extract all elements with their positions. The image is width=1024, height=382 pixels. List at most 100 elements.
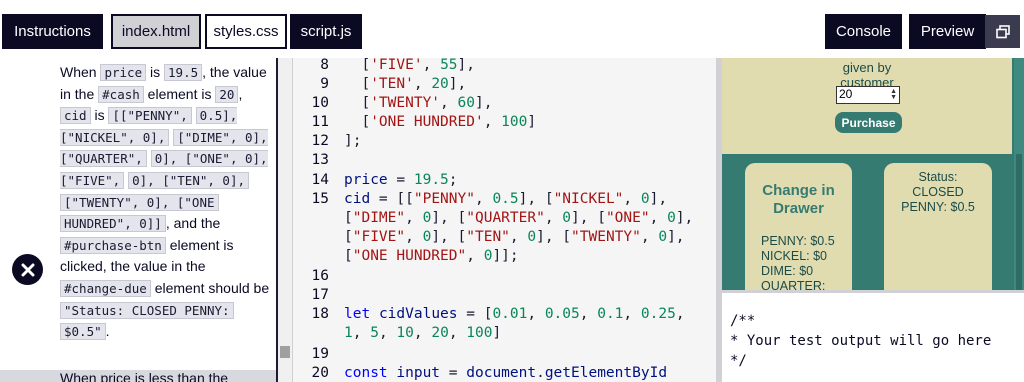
code-token: "ONE HUNDRED" — [352, 248, 467, 264]
code-token: , — [422, 58, 441, 73]
code-line[interactable]: ["DIME", 0], ["QUARTER", 0], ["ONE", 0], — [293, 210, 718, 229]
code-line[interactable]: 17 — [293, 287, 718, 306]
code-editor[interactable]: 8 ['FIVE', 55], 9 ['TEN', 20], 10 ['TWENTY… — [292, 58, 722, 382]
code-line[interactable]: 19 — [293, 346, 718, 365]
code-text: ]; — [344, 133, 361, 149]
code-token: , — [483, 114, 502, 130]
code-line[interactable]: 8 ['FIVE', 55], — [293, 58, 718, 76]
code-line[interactable]: 14 price = 19.5; — [293, 172, 718, 191]
test-text: , and the — [165, 215, 221, 232]
code-token: 19.5 — [413, 172, 449, 188]
code-line[interactable]: 11 ['ONE HUNDRED', 100] — [293, 114, 718, 133]
code-token: ], [ — [431, 210, 467, 226]
drawer-list: PENNY: $0.5 NICKEL: $0 DIME: $0 QUARTER: — [761, 234, 835, 290]
scrollbar-thumb[interactable] — [280, 346, 290, 358]
code-token: , — [405, 229, 423, 245]
code-token: document — [466, 365, 537, 381]
preview-split-button[interactable] — [985, 15, 1020, 48]
code-token: . — [536, 365, 545, 381]
instructions-scrollbar[interactable] — [278, 58, 292, 382]
test-item-next: When price is less than the — [0, 370, 276, 382]
code-token: 0.25 — [640, 306, 676, 322]
code-token: , — [640, 229, 659, 245]
code-token: "DIME" — [352, 210, 406, 226]
code-text: const input = document.getElementById — [344, 365, 667, 381]
console-button[interactable]: Console — [825, 14, 902, 49]
code-token: , — [623, 191, 641, 207]
code-token: ] — [527, 114, 537, 130]
input-card: given by customer 20 ▲ ▼ Purchase — [722, 58, 1012, 154]
code-token: "TEN" — [466, 229, 510, 245]
tab-index-html[interactable]: index.html — [111, 14, 201, 49]
code-token: 'TWENTY' — [370, 95, 441, 111]
inline-code: cid — [60, 107, 91, 125]
cash-input-value: 20 — [839, 87, 853, 101]
line-number: 8 — [320, 58, 329, 73]
code-line[interactable]: 9 ['TEN', 20], — [293, 76, 718, 95]
code-line[interactable]: 20 const input = document.getElementById — [293, 365, 718, 382]
test-text: When — [60, 64, 97, 80]
cash-input[interactable]: 20 ▲ ▼ — [836, 86, 900, 104]
code-token: ], — [474, 95, 493, 111]
code-token: "NICKEL" — [553, 191, 624, 207]
purchase-button[interactable]: Purchase — [835, 112, 902, 133]
code-text: cid = [["PENNY", 0.5], ["NICKEL", 0], — [344, 191, 667, 207]
tab-script-js[interactable]: script.js — [290, 14, 362, 49]
drawer-item: PENNY: $0.5 — [761, 234, 835, 248]
code-token: ]; — [344, 133, 362, 149]
code-token: 0 — [640, 191, 650, 207]
code-token: ], [ — [518, 191, 554, 207]
drawer-title-line: Drawer — [773, 200, 824, 217]
code-token: [ — [344, 248, 353, 264]
code-token: "PENNY" — [413, 191, 475, 207]
code-line[interactable]: ["ONE HUNDRED", 0]]; — [293, 248, 718, 267]
code-line[interactable]: 18 let cidValues = [0.01, 0.05, 0.1, 0.25… — [293, 306, 718, 325]
scrollbar-thumb[interactable] — [1016, 154, 1022, 290]
inline-code: #change-due — [60, 279, 151, 297]
spinner-arrows-icon[interactable]: ▲ ▼ — [890, 88, 897, 101]
inline-code: $0.5" — [60, 323, 106, 341]
change-due-text: Status: CLOSED PENNY: $0.5 — [884, 170, 992, 215]
line-number: 13 — [311, 152, 329, 168]
code-token: [ — [344, 76, 371, 92]
code-line[interactable]: 10 ['TWENTY', 60], — [293, 95, 718, 114]
preview-scrollbar[interactable] — [1014, 58, 1024, 290]
inline-code: price — [100, 64, 147, 81]
code-token: 55 — [440, 58, 458, 73]
test-text: . — [105, 323, 110, 340]
code-line[interactable]: 1, 5, 10, 20, 100] — [293, 325, 718, 344]
code-token: , — [509, 229, 528, 245]
code-token: , — [579, 306, 598, 322]
drawer-title: Change in Drawer — [745, 182, 852, 218]
drawer-item: NICKEL: $0 — [761, 249, 828, 263]
code-token: let — [344, 306, 371, 322]
code-token: [ — [344, 95, 371, 111]
test-description: When price is less than the — [60, 370, 229, 382]
code-line[interactable]: 13 — [293, 152, 718, 171]
code-token: ], [ — [431, 229, 467, 245]
test-text: element should be — [154, 279, 270, 296]
code-token: 0.01 — [492, 306, 528, 322]
code-token: , — [649, 210, 668, 226]
test-item: When price is 19.5, the value in the #ca… — [0, 58, 276, 368]
tab-instructions[interactable]: Instructions — [2, 14, 103, 49]
code-line[interactable]: 15 cid = [["PENNY", 0.5], ["NICKEL", 0], — [293, 191, 718, 210]
code-token: "TWENTY" — [571, 229, 641, 245]
code-line[interactable]: 16 — [293, 268, 718, 287]
preview-button[interactable]: Preview — [909, 14, 986, 49]
code-token: , — [448, 325, 467, 341]
inline-code: #purchase-btn — [60, 236, 166, 254]
code-token: , — [405, 210, 423, 226]
status-line: PENNY: $0.5 — [901, 200, 975, 214]
code-token: [ — [344, 58, 371, 73]
line-number: 17 — [311, 287, 329, 303]
inline-code: 20 — [215, 85, 239, 103]
code-line[interactable]: 12]; — [293, 133, 718, 152]
tab-styles-css[interactable]: styles.css — [205, 14, 287, 49]
code-token: = — [387, 172, 414, 188]
code-text: ['TEN', 20], — [344, 76, 466, 92]
line-number: 18 — [311, 306, 329, 322]
code-line[interactable]: ["FIVE", 0], ["TEN", 0], ["TWENTY", 0], — [293, 229, 718, 248]
code-token: , — [527, 306, 545, 322]
